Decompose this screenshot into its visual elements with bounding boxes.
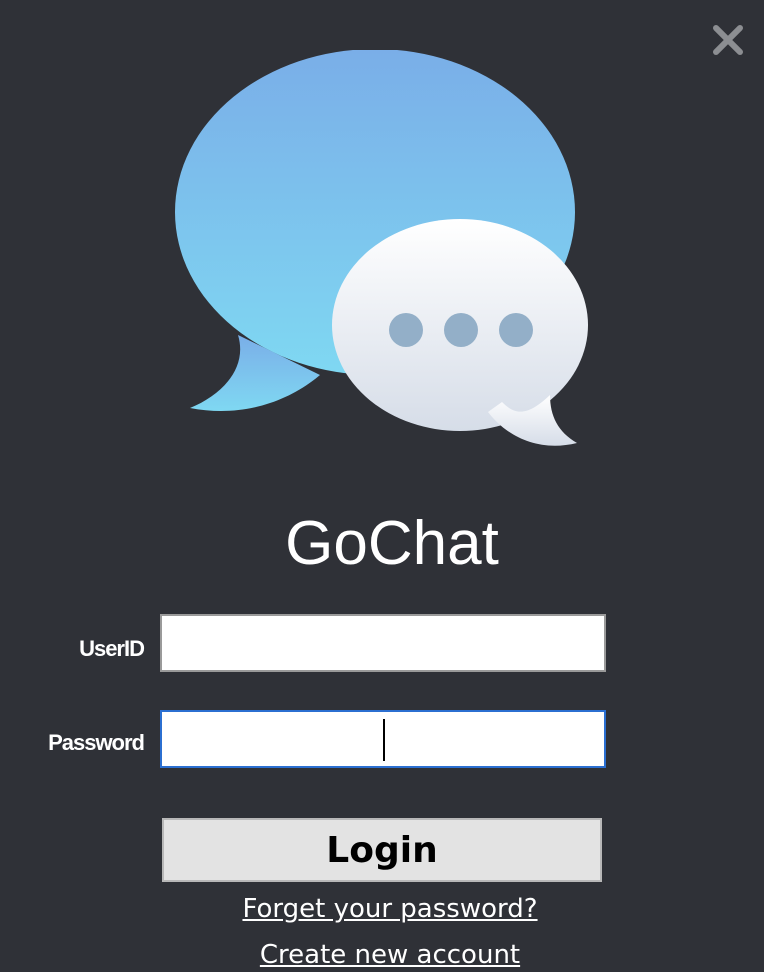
chat-bubbles-icon [175,50,588,446]
login-button[interactable]: Login [162,818,602,882]
userid-label: UserID [79,636,145,661]
close-icon[interactable] [708,20,748,60]
forgot-password-link[interactable]: Forget your password? [0,892,764,926]
text-caret [383,719,385,761]
app-title: GoChat [285,509,499,578]
create-account-link[interactable]: Create new account [0,938,764,972]
password-label: Password [48,730,145,755]
userid-field[interactable] [160,614,606,672]
